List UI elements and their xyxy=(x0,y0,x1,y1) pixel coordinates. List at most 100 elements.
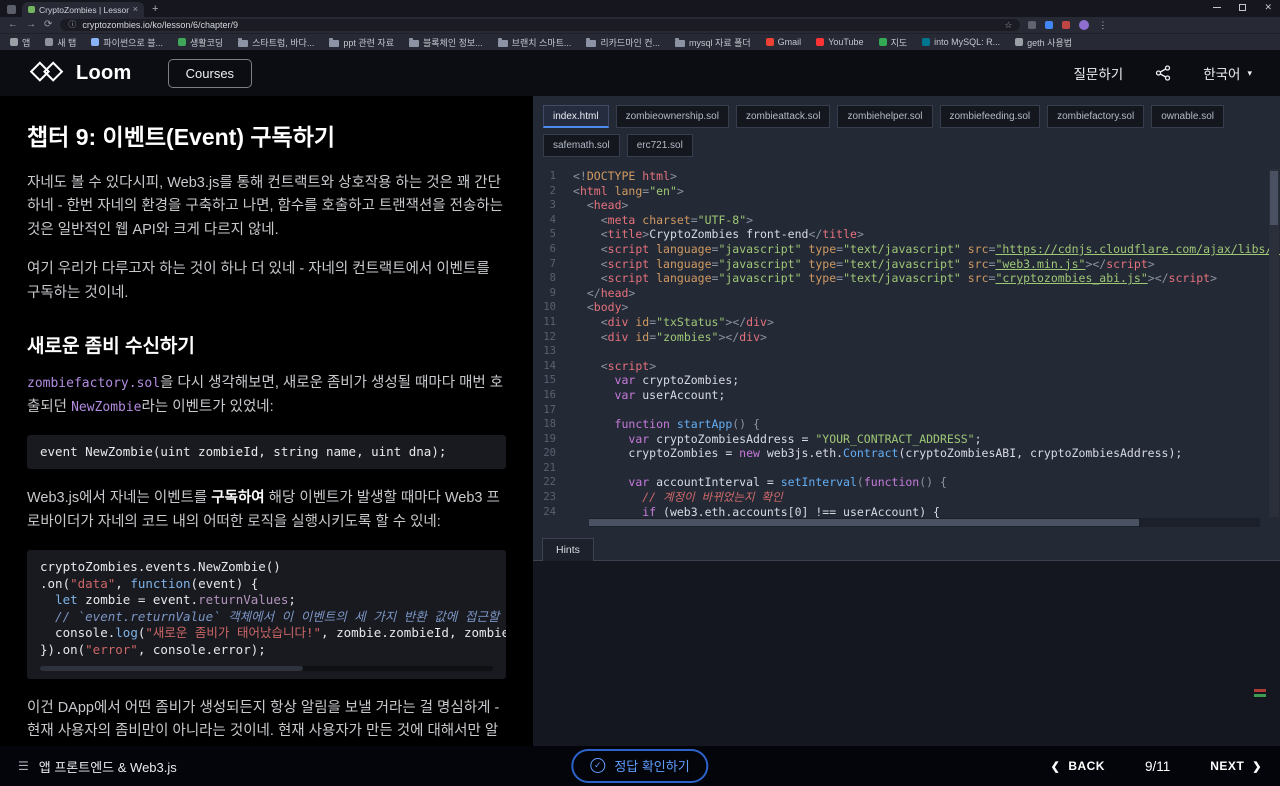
inline-code: zombiefactory.sol xyxy=(27,376,161,392)
folder-icon xyxy=(408,37,419,47)
chevron-down-icon: ▾ xyxy=(1247,67,1252,78)
code-line: 3 <head> xyxy=(533,198,1280,213)
code-block: event NewZombie(uint zombieId, string na… xyxy=(27,435,506,470)
code-line: 20 cryptoZombies = new web3js.eth.Contra… xyxy=(533,446,1280,461)
chevron-right-icon: ❯ xyxy=(1252,760,1262,773)
tab-close-icon[interactable]: × xyxy=(133,5,138,14)
editor-tab-zombieownership-sol[interactable]: zombieownership.sol xyxy=(615,105,729,128)
extension-icon[interactable] xyxy=(1028,21,1037,29)
refresh-icon[interactable]: ⟳ xyxy=(44,20,52,30)
site-favicon xyxy=(765,38,774,46)
line-number: 5 xyxy=(549,228,556,241)
code-block-scrollbar[interactable] xyxy=(40,665,493,671)
bookmark-item[interactable]: YouTube xyxy=(816,37,864,47)
code-line: 9 </head> xyxy=(533,286,1280,301)
next-button[interactable]: NEXT ❯ xyxy=(1210,759,1262,773)
site-info-icon[interactable]: ⓘ xyxy=(68,21,76,29)
bookmark-item[interactable]: 블록체인 정보... xyxy=(408,36,483,49)
code-line: 21 xyxy=(533,461,1280,476)
bookmark-item[interactable]: 지도 xyxy=(878,36,907,49)
back-button[interactable]: ❮ BACK xyxy=(1051,759,1105,773)
line-number: 20 xyxy=(543,447,556,460)
url-text: cryptozombies.io/ko/lesson/6/chapter/9 xyxy=(82,20,238,30)
code-line: 7 <script language="javascript" type="te… xyxy=(533,257,1280,272)
bookmark-label: YouTube xyxy=(828,37,864,47)
bookmark-item[interactable]: 새 탭 xyxy=(45,36,76,49)
check-answer-button[interactable]: ✓ 정답 확인하기 xyxy=(571,749,709,783)
hints-tab[interactable]: Hints xyxy=(542,538,594,561)
bookmark-item[interactable]: 리카드마인 컨... xyxy=(586,36,660,49)
ask-question-link[interactable]: 질문하기 xyxy=(1074,63,1124,83)
chapter-label: 앱 프론트엔드 & Web3.js xyxy=(38,759,177,775)
chevron-left-icon: ❮ xyxy=(1050,760,1061,773)
next-label: NEXT xyxy=(1210,759,1245,773)
scrollbar-thumb[interactable] xyxy=(40,665,303,671)
annotation-marker-red xyxy=(1254,689,1266,692)
courses-button[interactable]: Courses xyxy=(167,58,253,88)
editor-tab-zombieattack-sol[interactable]: zombieattack.sol xyxy=(735,105,831,128)
site-favicon xyxy=(10,38,18,46)
site-favicon xyxy=(816,38,825,46)
address-bar[interactable]: ⓘ cryptozombies.io/ko/lesson/6/chapter/9… xyxy=(60,19,1021,31)
annotation-marker-green xyxy=(1254,694,1266,697)
line-number: 6 xyxy=(549,242,556,255)
code-line: 16 var userAccount; xyxy=(533,388,1280,403)
menu-icon[interactable]: ☰ xyxy=(18,760,29,772)
line-number: 11 xyxy=(543,315,556,328)
code-area[interactable]: 1 <!DOCTYPE html> 2 <html lang="en"> 3 <head… xyxy=(533,163,1280,529)
brand[interactable]: Loom xyxy=(28,61,132,85)
window-close-button[interactable]: ✕ xyxy=(1264,3,1272,12)
bookmark-item[interactable]: into MySQL: R... xyxy=(922,37,1000,47)
browser-toolbar: ← → ⟳ ⓘ cryptozombies.io/ko/lesson/6/cha… xyxy=(0,17,1280,33)
maximize-button[interactable] xyxy=(1239,4,1247,11)
minimize-button[interactable] xyxy=(1213,7,1222,8)
extension-icon[interactable] xyxy=(1062,21,1071,29)
bookmark-item[interactable]: 생활코딩 xyxy=(178,36,223,49)
editor-tab-zombiehelper-sol[interactable]: zombiehelper.sol xyxy=(837,105,933,128)
check-answer-label: 정답 확인하기 xyxy=(614,759,690,774)
editor-tab-erc721-sol[interactable]: erc721.sol xyxy=(626,134,693,157)
page-indicator: 9/11 xyxy=(1144,758,1171,774)
bookmark-item[interactable]: mysql 자료 폴더 xyxy=(675,36,751,49)
line-number: 23 xyxy=(543,491,556,504)
browser-menu-icon[interactable]: ⋮ xyxy=(1098,20,1107,30)
vertical-scrollbar[interactable] xyxy=(1269,169,1279,517)
new-tab-button[interactable]: + xyxy=(152,4,158,15)
site-favicon xyxy=(178,38,187,46)
line-number: 24 xyxy=(543,505,556,518)
bookmark-item[interactable]: 브랜치 스마트... xyxy=(497,36,571,49)
header-right: 질문하기 한국어 ▾ xyxy=(1074,63,1252,83)
scrollbar-thumb[interactable] xyxy=(1270,171,1278,225)
editor-tab-safemath-sol[interactable]: safemath.sol xyxy=(543,134,620,157)
bookmark-label: ppt 관련 자료 xyxy=(343,37,394,48)
bookmark-item[interactable]: ppt 관련 자료 xyxy=(329,36,394,49)
bookmark-item[interactable]: Gmail xyxy=(765,37,801,47)
code-line: 1 <!DOCTYPE html> xyxy=(533,169,1280,184)
horizontal-scrollbar[interactable] xyxy=(589,518,1260,527)
bookmark-item[interactable]: geth 사용법 xyxy=(1015,36,1072,49)
share-icon[interactable] xyxy=(1155,65,1171,81)
scrollbar-thumb[interactable] xyxy=(589,519,1140,526)
language-selector[interactable]: 한국어 ▾ xyxy=(1203,63,1252,83)
paragraph: 자네도 볼 수 있다시피, Web3.js를 통해 컨트랙트와 상호작용 하는 … xyxy=(27,175,504,238)
browser-tab[interactable]: CryptoZombies | Lesson 6... × xyxy=(22,2,144,17)
editor-tab-index-html[interactable]: index.html xyxy=(543,105,609,128)
editor-tab-zombiefactory-sol[interactable]: zombiefactory.sol xyxy=(1047,105,1145,128)
line-number: 13 xyxy=(543,345,556,358)
folder-icon xyxy=(329,37,340,47)
editor-tab-ownable-sol[interactable]: ownable.sol xyxy=(1151,105,1224,128)
back-icon[interactable]: ← xyxy=(8,20,18,30)
bookmark-item[interactable]: 앱 xyxy=(10,36,30,49)
code-line: 11 <div id="txStatus"></div> xyxy=(533,315,1280,330)
browser-tab-strip: CryptoZombies | Lesson 6... × + ✕ xyxy=(0,0,1280,17)
editor-tab-zombiefeeding-sol[interactable]: zombiefeeding.sol xyxy=(939,105,1041,128)
paragraph: 이건 DApp에서 어떤 좀비가 생성되든지 항상 알림을 보낼 거라는 걸 명… xyxy=(27,699,500,740)
bookmarks-bar: 앱 새 탭 파이썬으로 블... 생활코딩 스타트럼, 바다... ppt 관련 자료 블록… xyxy=(0,33,1280,50)
profile-avatar[interactable] xyxy=(1079,20,1090,30)
forward-icon[interactable]: → xyxy=(26,20,36,30)
bookmark-item[interactable]: 파이썬으로 블... xyxy=(91,36,163,49)
extension-icon[interactable] xyxy=(1045,21,1054,29)
bookmark-star-icon[interactable]: ☆ xyxy=(1004,20,1012,30)
bookmark-item[interactable]: 스타트럼, 바다... xyxy=(238,36,314,49)
chapter-menu[interactable]: ☰ 앱 프론트엔드 & Web3.js xyxy=(18,757,177,776)
